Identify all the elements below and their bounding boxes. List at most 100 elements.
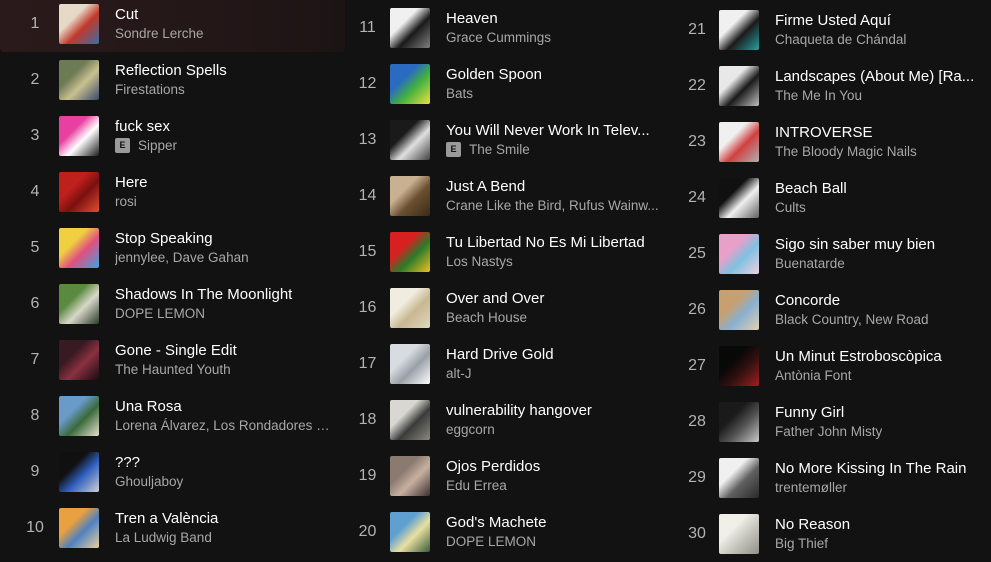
album-art[interactable] — [390, 512, 430, 552]
artist-link[interactable]: Grace Cummings — [446, 28, 551, 47]
track-row[interactable]: 23 INTROVERSE The Bloody Magic Nails — [675, 114, 991, 170]
album-art[interactable] — [719, 66, 759, 106]
track-row[interactable]: 17 Hard Drive Gold alt-J — [345, 336, 675, 392]
track-row[interactable]: 7 Gone - Single Edit The Haunted Youth — [0, 332, 345, 388]
track-row[interactable]: 27 Un Minut Estroboscòpica Antònia Font — [675, 338, 991, 394]
track-title[interactable]: Beach Ball — [775, 179, 981, 198]
artist-link[interactable]: Bats — [446, 84, 473, 103]
track-title[interactable]: Shadows In The Moonlight — [115, 285, 335, 304]
album-art[interactable] — [59, 172, 99, 212]
album-art[interactable] — [390, 120, 430, 160]
track-title[interactable]: Reflection Spells — [115, 61, 335, 80]
track-title[interactable]: Concorde — [775, 291, 981, 310]
track-row[interactable]: 30 No Reason Big Thief — [675, 506, 991, 562]
track-row[interactable]: 11 Heaven Grace Cummings — [345, 0, 675, 56]
track-title[interactable]: You Will Never Work In Telev... — [446, 121, 665, 140]
artist-link[interactable]: DOPE LEMON — [446, 532, 536, 551]
track-title[interactable]: Firme Usted Aquí — [775, 11, 981, 30]
artist-link[interactable]: Beach House — [446, 308, 527, 327]
artist-link[interactable]: The Me In You — [775, 86, 862, 105]
track-title[interactable]: Over and Over — [446, 289, 665, 308]
artist-link[interactable]: Black Country, New Road — [775, 310, 929, 329]
album-art[interactable] — [719, 234, 759, 274]
track-title[interactable]: Golden Spoon — [446, 65, 665, 84]
album-art[interactable] — [59, 452, 99, 492]
artist-link[interactable]: jennylee, Dave Gahan — [115, 248, 249, 267]
album-art[interactable] — [719, 10, 759, 50]
album-art[interactable] — [719, 122, 759, 162]
artist-link[interactable]: Buenatarde — [775, 254, 845, 273]
album-art[interactable] — [59, 340, 99, 380]
track-row[interactable]: 19 Ojos Perdidos Edu Errea — [345, 448, 675, 504]
artist-link[interactable]: The Bloody Magic Nails — [775, 142, 917, 161]
artist-link[interactable]: Lorena Álvarez, Los Rondadores de Sa... — [115, 416, 335, 435]
album-art[interactable] — [719, 514, 759, 554]
track-row[interactable]: 9??? Ghouljaboy — [0, 444, 345, 500]
track-row[interactable]: 29 No More Kissing In The Rain trentemølle… — [675, 450, 991, 506]
track-row[interactable]: 20 God's Machete DOPE LEMON — [345, 504, 675, 560]
album-art[interactable] — [390, 288, 430, 328]
track-title[interactable]: INTROVERSE — [775, 123, 981, 142]
track-title[interactable]: God's Machete — [446, 513, 665, 532]
album-art[interactable] — [390, 344, 430, 384]
album-art[interactable] — [59, 284, 99, 324]
track-row[interactable]: 10 Tren a València La Ludwig Band — [0, 500, 345, 556]
track-title[interactable]: Here — [115, 173, 335, 192]
track-title[interactable]: Just A Bend — [446, 177, 665, 196]
track-row[interactable]: 22 Landscapes (About Me) [Ra... The Me In … — [675, 58, 991, 114]
track-title[interactable]: No More Kissing In The Rain — [775, 459, 981, 478]
artist-link[interactable]: DOPE LEMON — [115, 304, 205, 323]
track-row[interactable]: 3 fuck sex E Sipper — [0, 108, 345, 164]
track-title[interactable]: fuck sex — [115, 117, 335, 136]
album-art[interactable] — [59, 228, 99, 268]
track-row[interactable]: 25 Sigo sin saber muy bien Buenatarde — [675, 226, 991, 282]
artist-link[interactable]: La Ludwig Band — [115, 528, 212, 547]
track-title[interactable]: Una Rosa — [115, 397, 335, 416]
track-row[interactable]: 24 Beach Ball Cults — [675, 170, 991, 226]
track-title[interactable]: vulnerability hangover — [446, 401, 665, 420]
artist-link[interactable]: Los Nastys — [446, 252, 513, 271]
track-title[interactable]: Hard Drive Gold — [446, 345, 665, 364]
track-row[interactable]: 18 vulnerability hangover eggcorn — [345, 392, 675, 448]
track-row[interactable]: 14 Just A Bend Crane Like the Bird, Rufus … — [345, 168, 675, 224]
artist-link[interactable]: Firestations — [115, 80, 185, 99]
album-art[interactable] — [719, 290, 759, 330]
track-title[interactable]: Tren a València — [115, 509, 335, 528]
track-title[interactable]: Cut — [115, 5, 335, 24]
artist-link[interactable]: Cults — [775, 198, 806, 217]
album-art[interactable] — [59, 116, 99, 156]
track-row[interactable]: 13 You Will Never Work In Telev... E The Sm… — [345, 112, 675, 168]
track-title[interactable]: Gone - Single Edit — [115, 341, 335, 360]
track-title[interactable]: Funny Girl — [775, 403, 981, 422]
album-art[interactable] — [719, 458, 759, 498]
track-title[interactable]: No Reason — [775, 515, 981, 534]
track-row[interactable]: 26 Concorde Black Country, New Road — [675, 282, 991, 338]
artist-link[interactable]: The Haunted Youth — [115, 360, 231, 379]
artist-link[interactable]: Antònia Font — [775, 366, 852, 385]
track-row[interactable]: 1 Cut Sondre Lerche — [0, 0, 345, 52]
track-row[interactable]: 5 Stop Speaking jennylee, Dave Gahan — [0, 220, 345, 276]
album-art[interactable] — [390, 8, 430, 48]
artist-link[interactable]: Ghouljaboy — [115, 472, 183, 491]
track-row[interactable]: 16 Over and Over Beach House — [345, 280, 675, 336]
album-art[interactable] — [390, 400, 430, 440]
track-title[interactable]: Un Minut Estroboscòpica — [775, 347, 981, 366]
artist-link[interactable]: Edu Errea — [446, 476, 507, 495]
album-art[interactable] — [59, 4, 99, 44]
artist-link[interactable]: trentemøller — [775, 478, 847, 497]
artist-link[interactable]: rosi — [115, 192, 137, 211]
track-title[interactable]: Sigo sin saber muy bien — [775, 235, 981, 254]
track-row[interactable]: 4 Here rosi — [0, 164, 345, 220]
track-title[interactable]: ??? — [115, 453, 335, 472]
track-title[interactable]: Heaven — [446, 9, 665, 28]
track-title[interactable]: Ojos Perdidos — [446, 457, 665, 476]
track-row[interactable]: 28 Funny Girl Father John Misty — [675, 394, 991, 450]
artist-link[interactable]: alt-J — [446, 364, 472, 383]
track-row[interactable]: 21 Firme Usted Aquí Chaqueta de Chándal — [675, 2, 991, 58]
album-art[interactable] — [59, 508, 99, 548]
artist-link[interactable]: Sipper — [138, 136, 177, 155]
artist-link[interactable]: Sondre Lerche — [115, 24, 204, 43]
album-art[interactable] — [59, 60, 99, 100]
track-row[interactable]: 8 Una Rosa Lorena Álvarez, Los Rondadores … — [0, 388, 345, 444]
album-art[interactable] — [59, 396, 99, 436]
